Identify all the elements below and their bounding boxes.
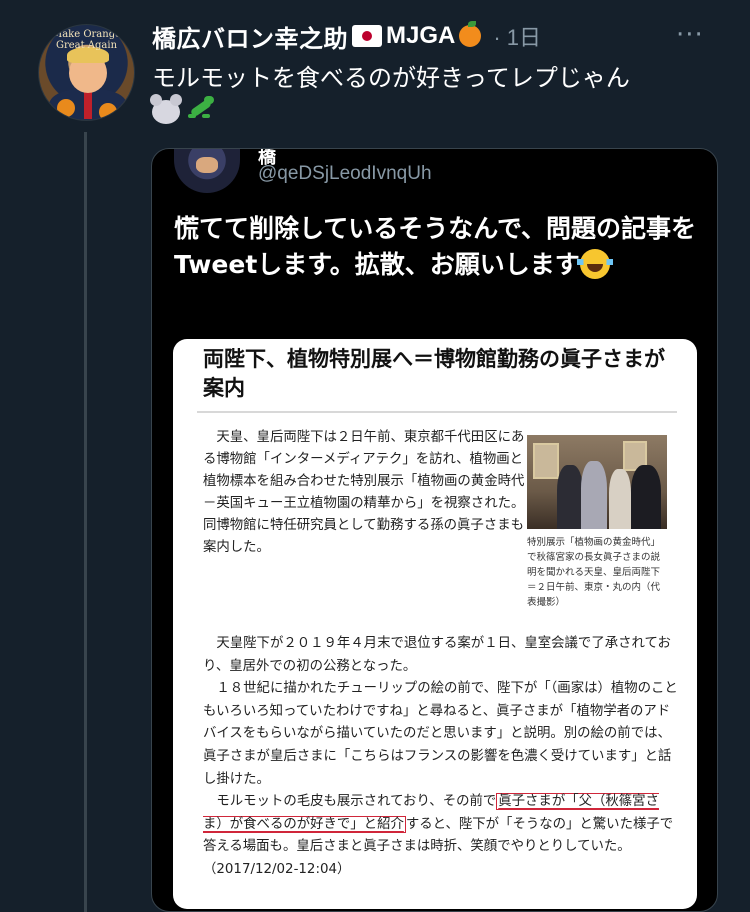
- mouse-emoji-icon: [150, 94, 182, 124]
- article-paragraph: 天皇、皇后両陛下は２日午前、東京都千代田区にある博物館「インターメディアテク」を…: [203, 430, 525, 555]
- article-body: 天皇陛下が２０１９年４月末で退位する案が１日、皇室会議で了承されており、皇居外で…: [203, 633, 679, 882]
- avatar-tie: [84, 91, 92, 119]
- lizard-emoji-icon: [186, 94, 216, 124]
- orange-icon: [99, 103, 117, 120]
- display-name-suffix[interactable]: MJGA: [386, 22, 455, 50]
- orange-icon: [57, 99, 75, 117]
- divider: [197, 411, 677, 413]
- quoted-tweet[interactable]: 橋 @qeDSjLeodIvnqUh 慌てて削除しているそうなんで、問題の記事を…: [151, 148, 718, 912]
- quoted-text-body: 慌てて削除しているそうなんで、問題の記事をTweetします。拡散、お願いします: [174, 214, 697, 279]
- tweet-emoji-row: [150, 94, 216, 124]
- display-name[interactable]: 橋広バロン幸之助: [152, 19, 348, 54]
- avatar-caption: Make Orange Great Again: [51, 29, 122, 51]
- laughing-tears-emoji-icon: [576, 249, 613, 279]
- tweet-header: 橋広バロン幸之助 MJGA · 1日: [152, 18, 541, 54]
- article-image[interactable]: 両陛下、植物特別展へ＝博物館勤務の眞子さまが案内 天皇、皇后両陛下は２日午前、東…: [173, 339, 697, 909]
- orange-emoji-icon: [459, 21, 482, 47]
- quoted-handle[interactable]: @qeDSjLeodIvnqUh: [258, 163, 432, 185]
- japan-flag-icon: [352, 25, 382, 47]
- article-paragraph-highlight: モルモットの毛皮も展示されており、その前で 眞子さまが「父（秋篠宮さま）が食べるの…: [203, 793, 674, 877]
- tweet-timestamp[interactable]: · 1日: [493, 20, 541, 52]
- article-paragraph: 天皇陛下が２０１９年４月末で退位する案が１日、皇室会議で了承されており、皇居外で…: [203, 636, 671, 674]
- tweet-text: モルモットを食べるのが好きってレプじゃん: [152, 64, 630, 92]
- article-photo: [527, 435, 667, 529]
- thread-line: [84, 132, 87, 912]
- article-title: 両陛下、植物特別展へ＝博物館勤務の眞子さまが案内: [203, 347, 665, 400]
- more-icon[interactable]: ···: [676, 20, 704, 50]
- avatar[interactable]: Make Orange Great Again: [38, 24, 135, 121]
- photo-caption: 特別展示「植物画の黄金時代」で秋篠宮家の長女眞子さまの説明を聞かれる天皇、皇后両…: [527, 537, 661, 608]
- article-paragraph: １８世紀に描かれたチューリップの絵の前で、陛下が「（画家は）植物のこともいろいろ…: [203, 681, 678, 787]
- quoted-text: 慌てて削除しているそうなんで、問題の記事をTweetします。拡散、お願いします: [174, 211, 704, 283]
- quoted-avatar[interactable]: [174, 149, 240, 193]
